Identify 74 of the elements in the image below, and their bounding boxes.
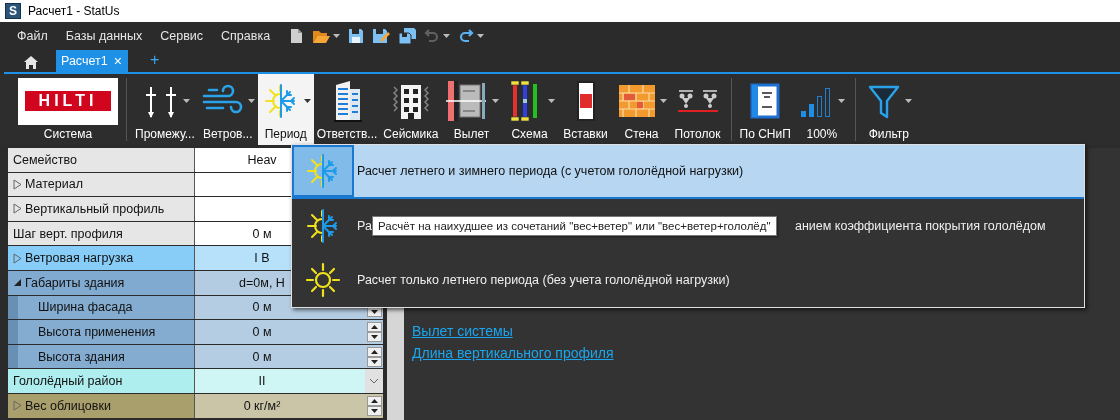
menu-item-label[interactable]: Ра	[357, 219, 372, 233]
property-label: Высота здания	[38, 349, 125, 364]
caret-icon[interactable]	[303, 99, 311, 103]
caret-icon	[333, 34, 341, 38]
property-value: Heav	[247, 152, 277, 167]
tooltip: Расчёт на наихудшее из сочетаний "вес+ветер" или "вес+ветер+гололёд"	[372, 216, 777, 236]
collapsed-icon[interactable]	[13, 178, 22, 190]
ribbon-button[interactable]: HILTI Система	[15, 74, 121, 145]
menu-item[interactable]: Сервис	[151, 25, 213, 47]
menu-item-label[interactable]: Расчет летнего и зимнего периода (с учетом гололёдной нагрузки)	[357, 164, 744, 178]
caret-icon	[477, 34, 485, 38]
selected-menu-item[interactable]: Расчет летнего и зимнего периода (с учетом гололёдной нагрузки)	[292, 145, 1084, 199]
home-icon[interactable]	[24, 56, 38, 69]
window-title: Расчет1 - StatUs	[28, 4, 120, 18]
property-label: Семейство	[13, 152, 77, 167]
caret-icon[interactable]	[659, 99, 667, 103]
tab-label: Расчет1	[61, 54, 108, 68]
menu-item[interactable]: Справка	[212, 25, 280, 47]
property-label: Ветровая нагрузка	[25, 251, 134, 266]
collapsed-icon[interactable]	[13, 203, 22, 215]
ribbon-button[interactable]: По СНиП	[736, 74, 794, 145]
menu-item-label[interactable]: Расчет только летнего периода (без учета гололёдной нагрузки)	[357, 273, 730, 287]
caret-icon[interactable]	[247, 99, 255, 103]
ribbon-button[interactable]: Сейсмика	[380, 74, 442, 145]
ribbon-button[interactable]: Вставки	[557, 74, 614, 145]
link[interactable]: Длина вертикального профиля	[412, 345, 614, 361]
caret-icon[interactable]	[547, 99, 555, 103]
ribbon-button[interactable]: Промежу...	[132, 74, 198, 145]
property-label: Вертикальный профиль	[25, 202, 165, 216]
property-label: Ширина фасада	[38, 300, 133, 315]
property-value: d=0м, Н	[239, 275, 285, 290]
property-label: Гололёдный район	[13, 374, 123, 389]
caret-icon	[443, 34, 451, 38]
property-value: 0 м	[252, 324, 272, 339]
caret-icon[interactable]	[182, 99, 190, 103]
chevron-down-icon[interactable]	[369, 378, 379, 385]
ribbon-button[interactable]: Потолок	[669, 74, 726, 145]
ribbon-button[interactable]: Ветров...	[197, 74, 258, 145]
ribbon-button[interactable]: Схема	[501, 74, 558, 145]
property-label: Материал	[25, 177, 83, 192]
link[interactable]: Вылет системы	[412, 323, 513, 339]
property-value: 0 кг/м²	[243, 398, 281, 413]
document-icon	[748, 81, 783, 121]
property-label: Высота применения	[38, 324, 156, 339]
spinner-control[interactable]	[366, 346, 382, 367]
caret-icon[interactable]	[904, 99, 912, 103]
menu-item[interactable]: Базы данных	[56, 25, 152, 47]
ribbon-button[interactable]: Фильтр	[860, 74, 917, 145]
property-value: 0 м	[252, 226, 272, 241]
property-label: Шаг верт. профиля	[13, 226, 123, 241]
ribbon-button[interactable]: Период	[257, 74, 314, 145]
collapsed-icon[interactable]	[13, 252, 22, 264]
ribbon-button[interactable]: 100%	[793, 74, 850, 145]
spinner-control[interactable]	[366, 321, 382, 342]
app-icon: S	[5, 3, 21, 19]
caret-icon[interactable]	[837, 99, 845, 103]
property-value: 0 м	[252, 349, 272, 364]
ribbon-button[interactable]: Вылет	[441, 74, 502, 145]
sun-icon	[303, 260, 343, 300]
property-value: II	[258, 374, 266, 389]
property-value: I В	[254, 251, 270, 266]
expanded-icon[interactable]	[13, 278, 22, 288]
bracket-icon	[444, 79, 489, 123]
property-label: Вес облицовки	[25, 398, 111, 413]
spinner-control[interactable]	[366, 395, 382, 416]
menu-item[interactable]: Файл	[8, 25, 57, 47]
property-label: Габариты здания	[25, 275, 125, 290]
caret-icon[interactable]	[491, 99, 499, 103]
ribbon-button[interactable]: Стена	[613, 74, 670, 145]
add-tab-button[interactable]: +	[149, 50, 160, 70]
logo-text: HILTI	[24, 91, 112, 111]
property-value: 0 м	[252, 300, 272, 315]
menu-item-label[interactable]: анием коэффициента покрытия гололёдом	[795, 219, 1046, 233]
ribbon-button[interactable]: Ответств...	[313, 74, 381, 145]
